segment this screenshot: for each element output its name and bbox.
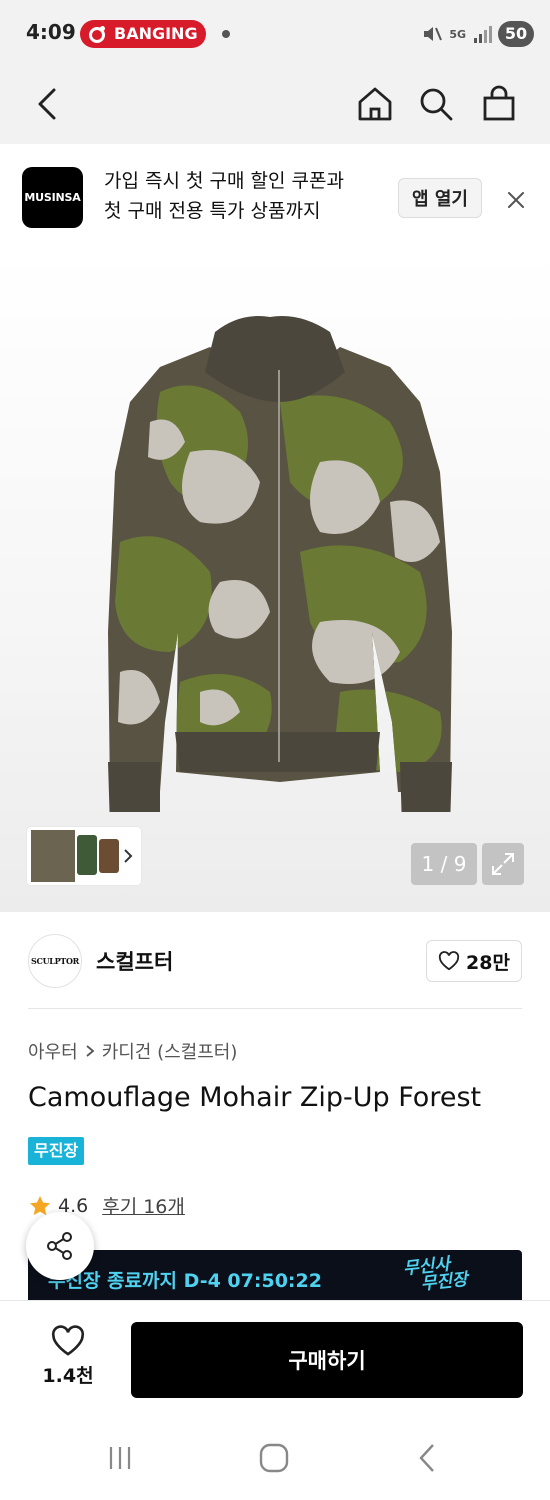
system-back-button[interactable] [408,1440,448,1476]
brand-like-count: 28만 [466,951,510,974]
notification-pill[interactable]: BANGING [80,20,206,48]
divider [28,1008,522,1009]
app-promo-banner: MUSINSA 가입 즉시 첫 구매 할인 쿠폰과 첫 구매 전용 특가 상품까… [0,144,550,252]
chevron-right-icon [86,1045,95,1057]
mute-icon [424,27,443,41]
expand-icon [492,853,514,875]
thumbnail-3[interactable] [99,839,119,873]
close-icon [508,192,524,208]
promo-line-1: 가입 즉시 첫 구매 할인 쿠폰과 [104,170,344,192]
brand-logo[interactable]: SCULPTOR [28,934,82,988]
home-system-button[interactable] [254,1440,294,1476]
recent-apps-icon [109,1447,131,1469]
close-promo-button[interactable] [504,188,528,212]
buy-button[interactable]: 구매하기 [131,1322,523,1398]
breadcrumb-subcategory[interactable]: 카디건 (스컬프터) [102,1038,238,1064]
signal-icon [474,26,492,43]
promo-message: 가입 즉시 첫 구매 할인 쿠폰과 첫 구매 전용 특가 상품까지 [104,166,384,226]
musinsa-logo: MUSINSA [22,167,83,228]
search-button[interactable] [412,80,460,128]
back-arrow-icon [419,1444,434,1472]
thumbnail-strip[interactable] [27,827,141,885]
system-navigation-bar [0,1410,550,1500]
back-button[interactable] [24,80,72,128]
status-time: 4:09 [26,20,76,44]
cart-button[interactable] [475,80,523,128]
search-icon [420,88,453,121]
open-app-button[interactable]: 앱 열기 [398,178,482,218]
chevron-right-icon [124,849,133,863]
status-icons: 5G 50 [421,20,534,48]
shopping-bag-icon [483,85,515,121]
bottom-action-bar: 1.4천 구매하기 [0,1300,550,1410]
top-nav [0,66,550,144]
battery-indicator: 50 [498,21,534,47]
expand-button[interactable] [482,843,524,885]
event-tag: 무진장 [28,1137,85,1165]
sale-countdown-text: 무진장 종료까지 D-4 07:50:22 [48,1270,322,1292]
status-bar: 4:09 BANGING 5G 50 [0,0,550,66]
brand-name[interactable]: 스컬프터 [96,946,173,976]
product-image-gallery[interactable]: 1 / 9 [0,252,550,912]
sale-countdown-banner[interactable]: 무진장 종료까지 D-4 07:50:22 무신사 무진장 [28,1250,522,1300]
network-label: 5G [449,27,466,41]
breadcrumb: 아우터 카디건 (스컬프터) [28,1038,237,1064]
promo-line-2: 첫 구매 전용 특가 상품까지 [104,200,321,222]
heart-icon [438,951,460,971]
review-link[interactable]: 후기 16개 [102,1192,185,1219]
product-title: Camouflage Mohair Zip-Up Forest [28,1082,482,1113]
brand-row[interactable]: SCULPTOR 스컬프터 28만 [0,912,550,1010]
thumbnail-2[interactable] [77,835,97,875]
image-page-counter: 1 / 9 [411,843,477,885]
breadcrumb-category[interactable]: 아우터 [28,1038,78,1064]
home-circle-icon [259,1443,289,1473]
share-button[interactable] [26,1212,94,1280]
share-icon [47,1232,72,1260]
home-icon [358,87,392,121]
cardigan-image [108,316,452,812]
wishlist-button[interactable]: 1.4천 [32,1325,104,1389]
record-icon [89,26,105,43]
wishlist-count: 1.4천 [42,1365,94,1387]
thumbnail-1[interactable] [31,830,75,882]
chevron-left-icon [38,88,56,120]
notification-text: BANGING [114,24,198,43]
home-button[interactable] [351,80,399,128]
brand-like-button[interactable]: 28만 [426,940,522,982]
recent-apps-button[interactable] [100,1440,140,1476]
heart-icon [51,1325,85,1356]
notification-dot [222,30,230,38]
sale-logo: 무신사 무진장 [402,1254,468,1295]
